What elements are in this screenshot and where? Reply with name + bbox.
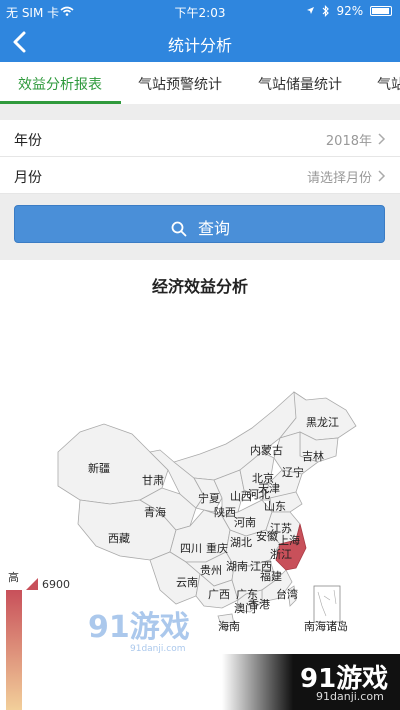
map-label-gansu: 甘肃: [142, 474, 164, 487]
filter-form: 年份 2018年 月份 请选择月份: [0, 120, 400, 194]
watermark-top-brand: 91游戏: [88, 610, 190, 645]
watermark-logo-top: 91游戏 91danji.com: [88, 610, 190, 655]
map-label-qinghai: 青海: [144, 505, 166, 519]
map-label-hunan: 湖南: [226, 560, 248, 573]
query-button-label: 查询: [198, 219, 231, 238]
map-label-sichuan: 四川: [180, 542, 202, 555]
chevron-right-icon: [378, 133, 386, 145]
nav-bar: 统计分析: [0, 22, 400, 62]
watermark-top-url: 91danji.com: [130, 644, 186, 654]
chevron-right-icon: [378, 170, 386, 182]
watermark-logo-bottom: 91游戏 91danji.com: [222, 654, 400, 710]
map-label-taiwan: 台湾: [276, 587, 298, 601]
map-label-yunnan: 云南: [176, 576, 198, 589]
page-title: 统计分析: [167, 36, 232, 55]
visual-map-legend[interactable]: [6, 590, 22, 710]
legend-max-value: 6900: [42, 578, 70, 591]
tab-benefit-report[interactable]: 效益分析报表: [18, 74, 102, 94]
south-china-sea-inset: [313, 585, 341, 623]
map-label-nanhai: 南海诸岛: [304, 619, 348, 633]
location-arrow-icon: [306, 7, 314, 14]
tab-warning-stats[interactable]: 气站预警统计: [138, 74, 222, 94]
tab-reserve-stats[interactable]: 气站储量统计: [258, 74, 342, 94]
watermark-bottom-url: 91danji.com: [316, 690, 384, 703]
bluetooth-icon: [322, 5, 329, 17]
tab-more[interactable]: 气站: [377, 74, 400, 94]
map-label-heilongjiang: 黑龙江: [306, 416, 339, 429]
query-button-content: 查询: [15, 215, 386, 239]
tab-bar: 效益分析报表 气站预警统计 气站储量统计 气站: [0, 62, 400, 104]
active-tab-indicator: [0, 101, 121, 104]
battery-percent: 92%: [336, 4, 364, 18]
status-right: 92%: [306, 4, 392, 18]
map-label-hubei: 湖北: [230, 536, 252, 549]
map-label-henan: 河南: [234, 516, 256, 529]
year-value: 2018年: [325, 134, 372, 149]
map-label-ningxia: 宁夏: [198, 491, 220, 505]
map-label-shanghai: 上海: [278, 533, 300, 547]
map-label-anhui: 安徽: [256, 529, 278, 543]
map-label-xizang: 西藏: [108, 532, 130, 545]
chart-panel: 经济效益分析 黑龙江 吉林 内蒙古 辽宁 新疆 甘肃 北京 天津 宁夏 山西 河…: [0, 260, 400, 710]
map-label-guangxi: 广西: [208, 588, 230, 601]
search-icon: [171, 221, 187, 237]
map-label-fujian: 福建: [260, 569, 282, 583]
map-label-xianggang: 香港: [248, 598, 270, 611]
map-label-jilin: 吉林: [302, 449, 324, 463]
map-label-liaoning: 辽宁: [282, 465, 304, 479]
legend-high-label: 高: [8, 571, 19, 584]
month-label: 月份: [14, 170, 42, 186]
legend-pointer-icon: [26, 578, 38, 590]
status-bar: 无 SIM 卡 下午2:03 92%: [0, 0, 400, 22]
map-label-xinjiang: 新疆: [88, 461, 110, 475]
map-label-neimenggu: 内蒙古: [250, 443, 283, 457]
china-map: 黑龙江 吉林 内蒙古 辽宁 新疆 甘肃 北京 天津 宁夏 山西 河北 青海 陕西…: [57, 391, 357, 633]
year-label: 年份: [14, 133, 42, 149]
map-label-zhejiang: 浙江: [270, 548, 292, 561]
month-picker-row[interactable]: 月份 请选择月份: [0, 157, 400, 194]
query-button[interactable]: 查询: [14, 205, 385, 243]
map-label-shaanxi: 陕西: [214, 505, 236, 519]
map-label-shandong: 山东: [264, 500, 286, 513]
map-label-chongqing: 重庆: [206, 541, 228, 555]
map-label-guizhou: 贵州: [200, 564, 222, 577]
year-picker-row[interactable]: 年份 2018年: [0, 120, 400, 157]
month-value: 请选择月份: [306, 171, 372, 186]
map-label-hainan: 海南: [218, 619, 240, 633]
battery-icon: [370, 6, 392, 16]
